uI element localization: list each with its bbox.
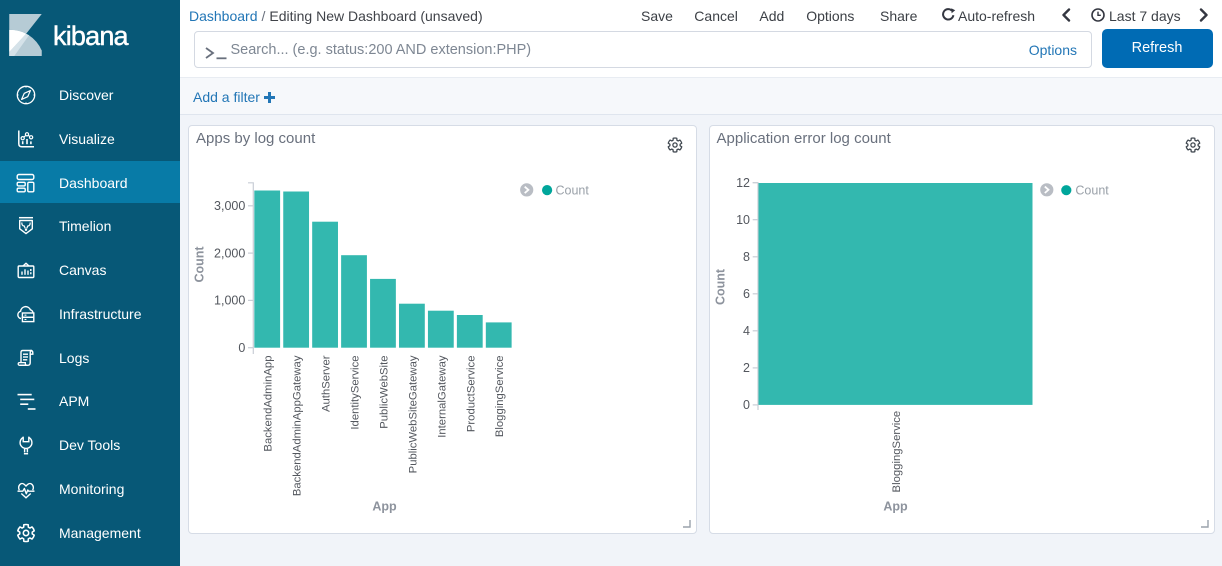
svg-text:Count: Count (1075, 183, 1109, 197)
svg-text:2,000: 2,000 (214, 246, 245, 260)
svg-text:3,000: 3,000 (214, 199, 245, 213)
svg-text:ProductService: ProductService (465, 355, 477, 432)
svg-text:PublicWebSite: PublicWebSite (379, 355, 391, 428)
svg-text:1,000: 1,000 (214, 293, 245, 307)
svg-text:10: 10 (736, 212, 750, 226)
svg-text:0: 0 (238, 340, 245, 354)
svg-text:Count: Count (193, 245, 207, 282)
svg-text:AuthServer: AuthServer (321, 355, 333, 412)
svg-text:2: 2 (743, 361, 750, 375)
svg-text:12: 12 (736, 175, 750, 189)
svg-text:App: App (372, 499, 397, 513)
svg-text:Count: Count (556, 183, 590, 197)
svg-text:0: 0 (743, 398, 750, 412)
svg-text:BloggingService: BloggingService (494, 355, 506, 437)
svg-text:4: 4 (743, 324, 750, 338)
svg-text:App: App (883, 499, 908, 513)
svg-text:Count: Count (713, 268, 727, 305)
svg-text:BackendAdminApp: BackendAdminApp (263, 355, 275, 451)
svg-text:InternalGateway: InternalGateway (436, 355, 448, 438)
svg-text:6: 6 (743, 287, 750, 301)
svg-text:8: 8 (743, 250, 750, 264)
svg-text:BackendAdminAppGateway: BackendAdminAppGateway (292, 355, 304, 496)
svg-text:BloggingService: BloggingService (891, 410, 903, 492)
svg-text:IdentityService: IdentityService (350, 355, 362, 429)
svg-text:PublicWebSiteGateway: PublicWebSiteGateway (407, 355, 419, 473)
